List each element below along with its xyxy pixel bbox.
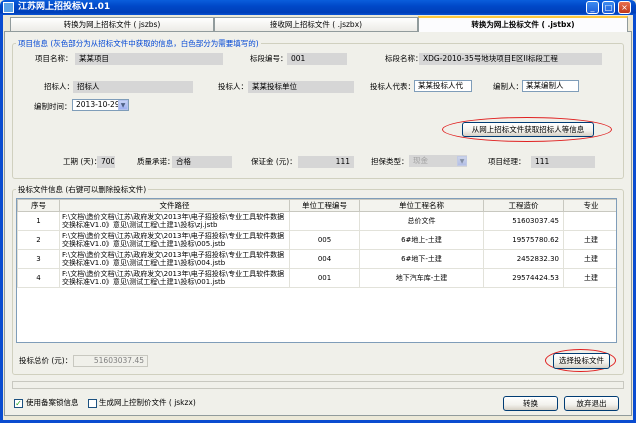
use-record-checkbox[interactable]: ✓ (14, 399, 23, 408)
cell-cost: 29574424.53 (483, 268, 564, 288)
minimize-button[interactable]: _ (586, 1, 599, 14)
gen-control-label: 生成网上控制价文件 ( jskzx) (99, 398, 196, 407)
deposit-field: 111 (298, 156, 354, 168)
table-row[interactable]: 3 F:\文档\造价文档\江苏\政府发文\2013年\电子招投标\专业工具软件数… (17, 249, 616, 269)
cell-no: 2 (17, 230, 60, 250)
table-row[interactable]: 4 F:\文档\造价文档\江苏\政府发文\2013年\电子招投标\专业工具软件数… (17, 268, 616, 288)
project-name-label: 项目名称： (35, 54, 73, 63)
guarantee-type-label: 担保类型： (371, 157, 409, 166)
cell-path: F:\文档\造价文档\江苏\政府发文\2013年\电子招投标\专业工具软件数据交… (59, 249, 290, 269)
gen-control-checkbox[interactable] (88, 399, 97, 408)
col-header-cost[interactable]: 工程造价 (483, 199, 564, 212)
cell-path: F:\文档\造价文档\江苏\政府发文\2013年\电子招投标\专业工具软件数据交… (59, 230, 290, 250)
col-header-path[interactable]: 文件路径 (59, 199, 290, 212)
quality-label: 质量承诺： (137, 157, 175, 166)
cell-cost: 2452832.30 (483, 249, 564, 269)
bid-files-table[interactable]: 序号 文件路径 单位工程编号 单位工程名称 工程造价 专业 1 F:\文档\造价… (16, 198, 617, 343)
cell-major: 土建 (563, 249, 616, 269)
cell-major: 土建 (563, 268, 616, 288)
bidder-field: 某某投标单位 (248, 81, 354, 93)
total-label: 投标总价 (元)： (19, 356, 73, 365)
table-header-row: 序号 文件路径 单位工程编号 单位工程名称 工程造价 专业 (17, 199, 616, 212)
cell-unit-name: 6#地下-土建 (359, 249, 484, 269)
tab-convert-tender[interactable]: 转换为网上招标文件 ( jszbs) (10, 17, 214, 31)
cell-unit-no: 001 (289, 268, 360, 288)
close-button[interactable]: × (618, 1, 631, 14)
section-no-field: 001 (287, 53, 347, 65)
cell-unit-no: 004 (289, 249, 360, 269)
app-icon (3, 2, 14, 13)
project-name-field: 某某项目 (75, 53, 223, 65)
pm-field: 111 (531, 156, 595, 168)
tab-receive-tender[interactable]: 接收网上招标文件 ( .jszbx) (214, 17, 418, 31)
col-header-no[interactable]: 序号 (17, 199, 60, 212)
quality-field: 合格 (172, 156, 232, 168)
table-row[interactable]: 2 F:\文档\造价文档\江苏\政府发文\2013年\电子招投标\专业工具软件数… (17, 230, 616, 250)
cell-path: F:\文档\造价文档\江苏\政府发文\2013年\电子招投标\专业工具软件数据交… (59, 211, 290, 231)
use-record-label: 使用备案锁信息 (26, 398, 79, 407)
convert-button[interactable]: 转换 (503, 396, 558, 411)
duration-label: 工期 (天)： (63, 157, 102, 166)
cell-no: 3 (17, 249, 60, 269)
bid-files-legend: 投标文件信息 (右键可以删除投标文件) (16, 184, 149, 195)
duration-field: 700 (97, 156, 115, 168)
deposit-label: 保证金 (元)： (251, 157, 297, 166)
section-name-field: XDG-2010-35号地块项目E区II标段工程 (419, 53, 602, 65)
cell-unit-name: 6#地上-土建 (359, 230, 484, 250)
cell-unit-name: 地下汽车库-土建 (359, 268, 484, 288)
cell-unit-no: 005 (289, 230, 360, 250)
col-header-unit-name[interactable]: 单位工程名称 (359, 199, 484, 212)
cell-unit-name: 总价文件 (359, 211, 484, 231)
progress-bar (12, 381, 624, 389)
project-info-legend: 项目信息 (灰色部分为从招标文件中获取的信息，白色部分为需要填写的) (16, 38, 261, 49)
tenderer-label: 招标人： (44, 82, 74, 91)
maximize-button[interactable]: □ (602, 1, 615, 14)
cell-cost: 19575780.62 (483, 230, 564, 250)
bidder-label: 投标人： (218, 82, 248, 91)
cell-cost: 51603037.45 (483, 211, 564, 231)
window-title: 江苏网上招投标V1.01 (18, 2, 111, 12)
tab-convert-bid[interactable]: 转换为网上投标文件 ( .jstbx) (418, 16, 628, 32)
tenderer-field: 招标人 (73, 81, 193, 93)
cell-path: F:\文档\造价文档\江苏\政府发文\2013年\电子招投标\专业工具软件数据交… (59, 268, 290, 288)
fetch-tenderer-info-button[interactable]: 从网上招标文件获取招标人等信息 (462, 122, 594, 137)
section-name-label: 标段名称： (385, 54, 423, 63)
cell-major: 土建 (563, 230, 616, 250)
table-row[interactable]: 1 F:\文档\造价文档\江苏\政府发文\2013年\电子招投标\专业工具软件数… (17, 211, 616, 231)
cell-unit-no (289, 211, 360, 231)
select-bid-file-button[interactable]: 选择投标文件 (553, 353, 610, 369)
title-bar: 江苏网上招投标V1.01 _ □ × (0, 0, 636, 15)
bidder-rep-label: 投标人代表： (370, 82, 415, 91)
col-header-major[interactable]: 专业 (563, 199, 616, 212)
section-no-label: 标段编号： (250, 54, 288, 63)
chevron-down-icon[interactable]: ▼ (118, 100, 128, 110)
exit-button[interactable]: 放弃退出 (564, 396, 619, 411)
prep-time-value: 2013-10-29 (76, 100, 120, 109)
chevron-down-icon[interactable]: ▼ (457, 156, 467, 166)
total-field: 51603037.45 (73, 355, 148, 367)
prep-time-label: 编制时间： (34, 102, 72, 111)
bidder-rep-input[interactable]: 某某投标人代 (414, 80, 472, 92)
preparer-label: 编制人： (493, 82, 523, 91)
guarantee-type-value: 现金 (413, 156, 428, 165)
pm-label: 项目经理： (488, 157, 526, 166)
cell-major (563, 211, 616, 231)
cell-no: 1 (17, 211, 60, 231)
cell-no: 4 (17, 268, 60, 288)
col-header-unit-no[interactable]: 单位工程编号 (289, 199, 360, 212)
preparer-input[interactable]: 某某编制人 (522, 80, 579, 92)
